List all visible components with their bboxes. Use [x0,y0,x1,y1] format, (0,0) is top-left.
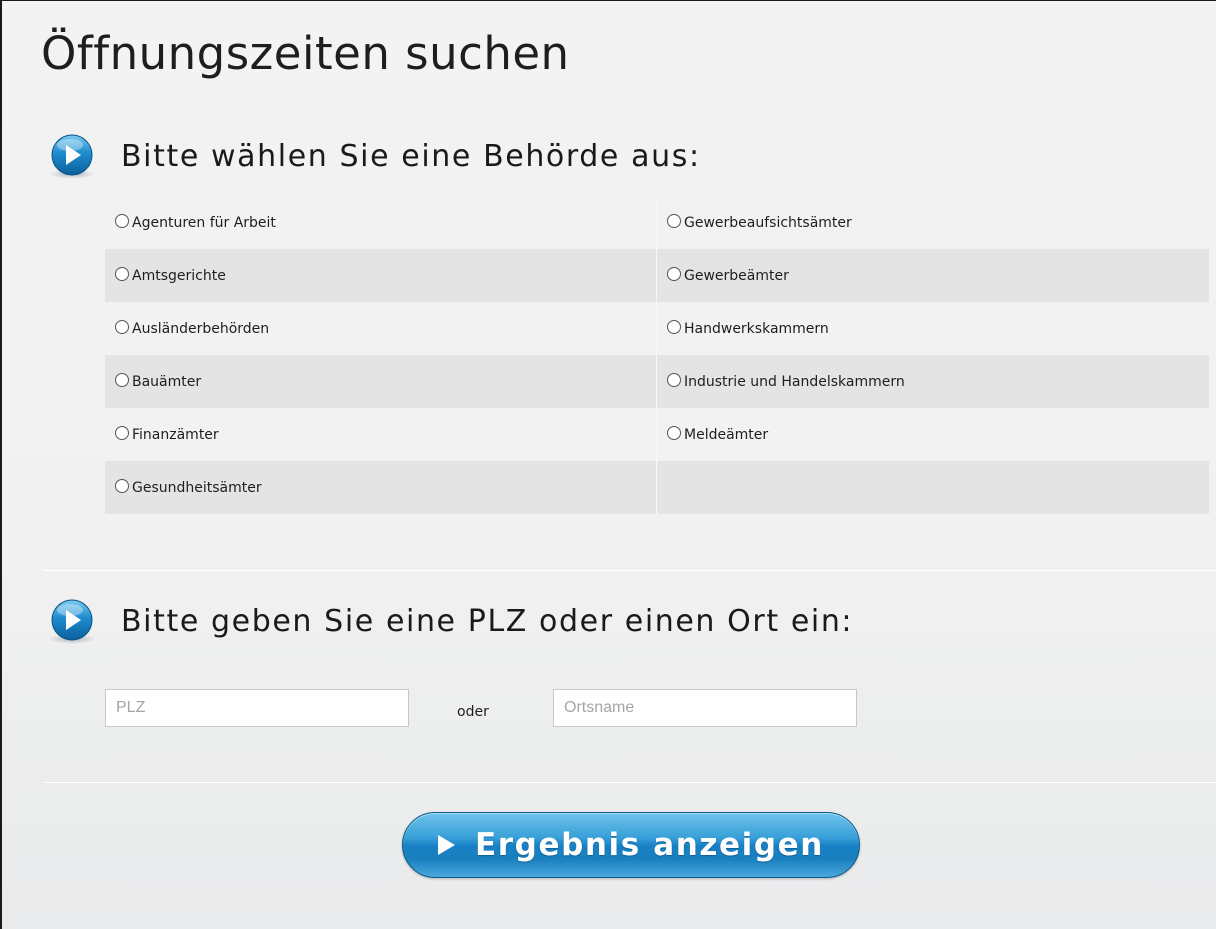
play-arrow-icon [438,835,455,855]
agency-option-gesundheitsaemter[interactable]: Gesundheitsämter [105,461,657,514]
agency-option-label: Gewerbeämter [684,267,789,284]
agency-options: Agenturen für Arbeit Gewerbeaufsichtsämt… [105,196,1209,514]
agency-option-label: Handwerkskammern [684,320,829,337]
agency-option-label: Meldeämter [684,426,769,443]
agency-option-label: Gewerbeaufsichtsämter [684,214,852,231]
agency-section-header: Bitte wählen Sie eine Behörde aus: [43,132,701,180]
agency-option-label: Bauämter [132,373,202,390]
plz-input[interactable] [105,689,409,727]
play-circle-icon [48,599,96,644]
empty-cell [657,461,1209,514]
agency-option-amtsgerichte[interactable]: Amtsgerichte [105,249,657,302]
show-results-label: Ergebnis anzeigen [475,827,824,863]
radio-button[interactable] [667,213,681,228]
radio-button[interactable] [115,319,129,334]
page-title: Öffnungszeiten suchen [41,27,570,80]
agency-option-industrie-und-handelskammern[interactable]: Industrie und Handelskammern [657,355,1209,408]
play-circle-icon [48,134,96,179]
agency-option-meldeaemter[interactable]: Meldeämter [657,408,1209,461]
radio-button[interactable] [667,319,681,334]
radio-button[interactable] [115,266,129,281]
radio-button[interactable] [667,425,681,440]
radio-button[interactable] [667,266,681,281]
agency-option-label: Finanzämter [132,426,219,443]
section-divider [43,782,1216,783]
agency-option-bauaemter[interactable]: Bauämter [105,355,657,408]
radio-button[interactable] [115,478,129,493]
radio-button[interactable] [667,372,681,387]
agency-option-label: Industrie und Handelskammern [684,373,905,390]
agency-option-gewerbeaemter[interactable]: Gewerbeämter [657,249,1209,302]
show-results-button[interactable]: Ergebnis anzeigen [402,812,860,878]
section-divider [43,570,1216,571]
agency-option-label: Gesundheitsämter [132,479,262,496]
location-section-title: Bitte geben Sie eine PLZ oder einen Ort … [121,603,854,639]
page-container: Öffnungszeiten suchen Bitte wählen Sie e… [0,0,1216,929]
agency-section-title: Bitte wählen Sie eine Behörde aus: [121,138,701,174]
agency-option-finanzaemter[interactable]: Finanzämter [105,408,657,461]
oder-label: oder [457,704,489,720]
radio-button[interactable] [115,372,129,387]
agency-option-label: Agenturen für Arbeit [132,214,276,231]
radio-button[interactable] [115,425,129,440]
agency-option-gewerbeaufsichtsaemter[interactable]: Gewerbeaufsichtsämter [657,196,1209,249]
agency-option-agenturen-fuer-arbeit[interactable]: Agenturen für Arbeit [105,196,657,249]
radio-button[interactable] [115,213,129,228]
agency-option-label: Amtsgerichte [132,267,226,284]
agency-option-label: Ausländerbehörden [132,320,270,337]
location-section-header: Bitte geben Sie eine PLZ oder einen Ort … [43,597,853,645]
agency-option-auslaenderbehoerden[interactable]: Ausländerbehörden [105,302,657,355]
agency-option-handwerkskammern[interactable]: Handwerkskammern [657,302,1209,355]
ortsname-input[interactable] [553,689,857,727]
